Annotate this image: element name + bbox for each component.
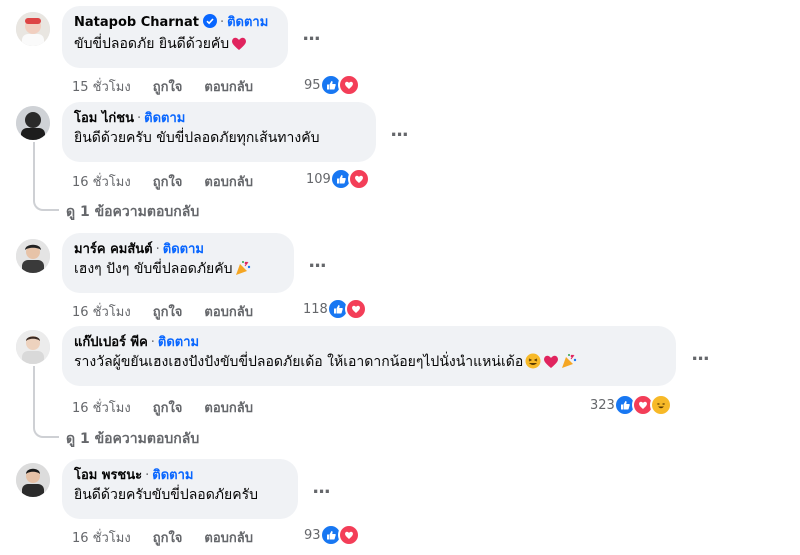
- reaction-count: 109: [306, 171, 331, 187]
- heart-icon: [543, 354, 559, 375]
- like-button[interactable]: ถูกใจ: [153, 401, 183, 416]
- party-popper-icon: [235, 260, 251, 282]
- avatar[interactable]: [16, 330, 50, 364]
- follow-button[interactable]: ติดตาม: [163, 242, 204, 257]
- like-button[interactable]: ถูกใจ: [153, 80, 183, 95]
- separator-dot: ·: [145, 468, 150, 483]
- comment-bubble: มาร์ค คมสันต์ · ติดตาม เฮงๆ ปังๆ ขับขี่ปลอ…: [62, 233, 294, 293]
- avatar[interactable]: [16, 463, 50, 497]
- comment-time[interactable]: 16 ชั่วโมง: [72, 401, 131, 416]
- comment-time[interactable]: 16 ชั่วโมง: [72, 305, 131, 320]
- avatar[interactable]: [16, 12, 50, 46]
- commenter-name[interactable]: โอม ไก่ชน: [74, 111, 134, 126]
- reaction-count: 95: [304, 77, 321, 93]
- comment-time[interactable]: 15 ชั่วโมง: [72, 80, 131, 95]
- comment-bubble: โอม ไก่ชน · ติดตาม ยินดีด้วยครับ ขับขี่ปลอ…: [62, 102, 376, 162]
- comment-time[interactable]: 16 ชั่วโมง: [72, 531, 131, 546]
- haha-icon: [649, 394, 672, 416]
- view-replies-link[interactable]: ดู 1 ข้อความตอบกลับ: [66, 428, 199, 450]
- reply-thread-line: [33, 366, 59, 438]
- reaction-summary[interactable]: 323: [590, 394, 672, 416]
- verified-badge-icon: [202, 14, 217, 33]
- comment-bubble: แก๊ปเปอร์ พีค · ติดตาม รางวัลผู้ขยันเฮงเฮง…: [62, 326, 676, 386]
- follow-button[interactable]: ติดตาม: [144, 111, 185, 126]
- like-button[interactable]: ถูกใจ: [153, 531, 183, 546]
- love-icon: [337, 74, 360, 96]
- comment-time[interactable]: 16 ชั่วโมง: [72, 175, 131, 190]
- love-icon: [347, 168, 370, 190]
- love-icon: [344, 298, 367, 320]
- avatar[interactable]: [16, 239, 50, 273]
- separator-dot: ·: [150, 335, 155, 350]
- comment-actions: 15 ชั่วโมง ถูกใจ ตอบกลับ: [72, 76, 275, 97]
- reaction-summary[interactable]: 109: [306, 168, 370, 190]
- separator-dot: ·: [219, 15, 225, 30]
- comment-bubble: Natapob Charnat · ติดตาม ขับขี่ปลอดภัย ยิน…: [62, 6, 288, 68]
- view-replies-link[interactable]: ดู 1 ข้อความตอบกลับ: [66, 201, 199, 223]
- reply-button[interactable]: ตอบกลับ: [204, 401, 253, 416]
- comment-text: เฮงๆ ปังๆ ขับขี่ปลอดภัยคับ: [74, 261, 233, 277]
- follow-button[interactable]: ติดตาม: [227, 15, 268, 30]
- more-options-button[interactable]: ...: [688, 346, 712, 368]
- commenter-name[interactable]: โอม พรชนะ: [74, 468, 142, 483]
- love-icon: [337, 524, 360, 546]
- comment-text: ขับขี่ปลอดภัย ยินดีด้วยคับ: [74, 36, 230, 52]
- comment-text: ยินดีด้วยครับขับขี่ปลอดภัยครับ: [74, 487, 258, 503]
- more-options-button[interactable]: ...: [387, 122, 411, 144]
- comment-actions: 16 ชั่วโมง ถูกใจ ตอบกลับ: [72, 527, 275, 548]
- reaction-count: 93: [304, 527, 321, 543]
- reaction-count: 323: [590, 397, 615, 413]
- reply-button[interactable]: ตอบกลับ: [204, 80, 253, 95]
- comment-bubble: โอม พรชนะ · ติดตาม ยินดีด้วยครับขับขี่ปลอด…: [62, 459, 298, 519]
- reply-button[interactable]: ตอบกลับ: [204, 531, 253, 546]
- comment-actions: 16 ชั่วโมง ถูกใจ ตอบกลับ: [72, 301, 275, 322]
- comment-text: รางวัลผู้ขยันเฮงเฮงปังปังขับขี่ปลอดภัยเด…: [74, 354, 524, 370]
- follow-button[interactable]: ติดตาม: [152, 468, 193, 483]
- commenter-name[interactable]: Natapob Charnat: [74, 15, 199, 30]
- comment-text: ยินดีด้วยครับ ขับขี่ปลอดภัยทุกเส้นทางคับ: [74, 130, 320, 146]
- commenter-name[interactable]: แก๊ปเปอร์ พีค: [74, 335, 148, 350]
- like-button[interactable]: ถูกใจ: [153, 175, 183, 190]
- laughing-face-icon: [525, 353, 541, 375]
- comment-actions: 16 ชั่วโมง ถูกใจ ตอบกลับ: [72, 397, 275, 418]
- comment-actions: 16 ชั่วโมง ถูกใจ ตอบกลับ: [72, 171, 275, 192]
- reply-button[interactable]: ตอบกลับ: [204, 305, 253, 320]
- separator-dot: ·: [155, 242, 160, 257]
- more-options-button[interactable]: ...: [305, 253, 329, 275]
- party-popper-icon: [561, 353, 577, 375]
- reply-thread-line: [33, 142, 59, 211]
- more-options-button[interactable]: ...: [309, 479, 333, 501]
- follow-button[interactable]: ติดตาม: [158, 335, 199, 350]
- more-options-button[interactable]: ...: [299, 26, 323, 48]
- reaction-summary[interactable]: 93: [304, 524, 360, 546]
- reaction-summary[interactable]: 118: [303, 298, 367, 320]
- avatar[interactable]: [16, 106, 50, 140]
- reply-button[interactable]: ตอบกลับ: [204, 175, 253, 190]
- heart-icon: [231, 36, 247, 57]
- commenter-name[interactable]: มาร์ค คมสันต์: [74, 242, 153, 257]
- reaction-count: 118: [303, 301, 328, 317]
- like-button[interactable]: ถูกใจ: [153, 305, 183, 320]
- reaction-summary[interactable]: 95: [304, 74, 360, 96]
- separator-dot: ·: [137, 111, 142, 126]
